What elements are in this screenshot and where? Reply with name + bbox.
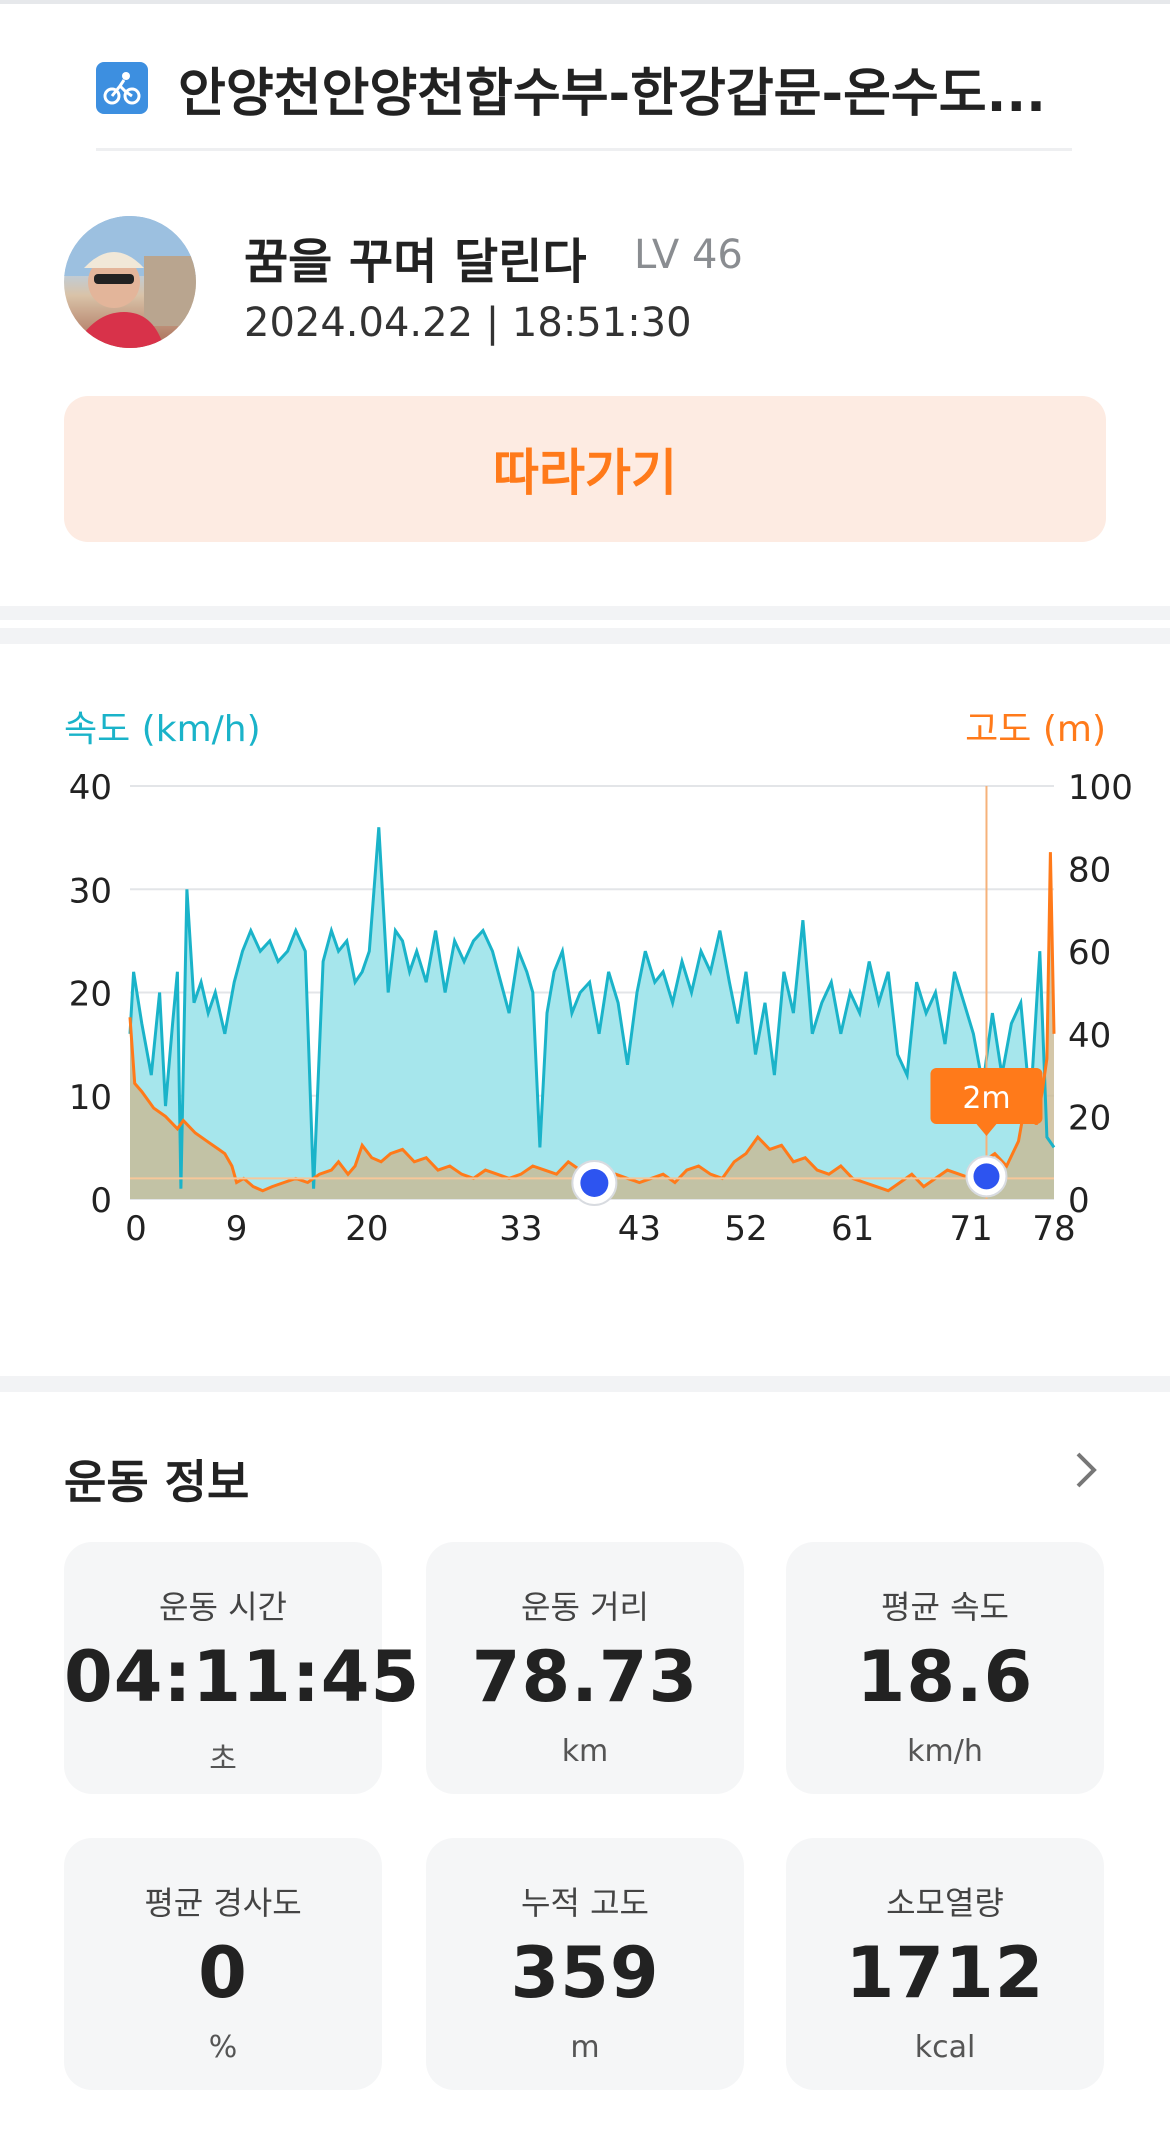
stat-unit: m	[570, 2030, 600, 2065]
stat-card: 운동 거리 78.73 km	[426, 1542, 744, 1794]
stat-value: 359	[510, 1932, 660, 2014]
stat-unit: %	[208, 2030, 238, 2065]
stat-value: 1712	[845, 1932, 1045, 2014]
stat-label: 소모열량	[886, 1884, 1004, 1922]
top-border	[0, 0, 1170, 4]
stat-value: 04:11:45	[64, 1636, 421, 1718]
route-title: 안양천안양천합수부-한강갑문-온수도...	[178, 63, 1046, 124]
y-left-tick-label: 40	[69, 768, 112, 808]
y-right-tick-label: 20	[1068, 1098, 1111, 1138]
x-tick-label: 61	[831, 1209, 874, 1249]
divider	[96, 148, 1072, 151]
section-separator-2	[0, 1376, 1170, 1392]
x-tick-label: 43	[618, 1209, 661, 1249]
follow-button[interactable]: 따라가기	[64, 396, 1106, 542]
stat-card: 운동 시간 04:11:45 초	[64, 1542, 421, 1794]
x-tick-label: 71	[949, 1209, 992, 1249]
x-tick-label: 52	[724, 1209, 767, 1249]
stat-unit: kcal	[914, 2030, 976, 2065]
selection-point	[973, 1163, 1000, 1190]
y-left-tick-label: 10	[69, 1078, 112, 1118]
speed-area	[130, 827, 1054, 1199]
separator-line	[0, 620, 1170, 628]
stat-card: 누적 고도 359 m	[426, 1838, 744, 2090]
y-left-tick-label: 0	[90, 1181, 112, 1221]
stat-unit: 초	[209, 1742, 237, 1777]
stat-label: 누적 고도	[521, 1884, 649, 1922]
stat-card: 평균 속도 18.6 km/h	[786, 1542, 1104, 1794]
route-title-row: 안양천안양천합수부-한강갑문-온수도...	[96, 48, 1076, 128]
stat-value: 18.6	[856, 1636, 1034, 1718]
stat-label: 평균 속도	[881, 1588, 1009, 1626]
speed-axis-title: 속도 (km/h)	[64, 709, 261, 750]
stat-card: 소모열량 1712 kcal	[786, 1838, 1104, 2090]
y-left-tick-label: 30	[69, 871, 112, 911]
y-right-tick-label: 100	[1068, 768, 1133, 808]
stat-unit: km/h	[907, 1734, 983, 1769]
x-tick-label: 33	[499, 1209, 542, 1249]
user-name[interactable]: 꿈을 꾸며 달린다	[244, 222, 587, 292]
y-right-tick-label: 40	[1068, 1016, 1111, 1056]
stat-card: 평균 경사도 0%	[64, 1838, 382, 2090]
y-left-tick-label: 20	[69, 975, 112, 1015]
stat-label: 운동 시간	[159, 1588, 287, 1626]
follow-button-label: 따라가기	[493, 444, 677, 502]
stat-value: 78.73	[471, 1636, 699, 1718]
stat-unit: km	[561, 1734, 609, 1769]
x-tick-label: 20	[345, 1209, 388, 1249]
stat-label: 운동 거리	[521, 1588, 649, 1626]
speed-elevation-chart[interactable]: 4030201001008060402000 9 20 33 43 52 61 71 782m	[0, 750, 1170, 1350]
user-level: LV 46	[634, 232, 743, 278]
tooltip-label: 2m	[962, 1081, 1010, 1116]
position-marker	[580, 1169, 609, 1197]
y-right-tick-label: 80	[1068, 851, 1111, 891]
x-tick-label: 78	[1032, 1209, 1075, 1249]
avatar[interactable]	[64, 216, 196, 348]
stat-label: 평균 경사도	[144, 1884, 302, 1922]
x-tick-label: 9	[226, 1209, 248, 1249]
x-tick-label: 0	[125, 1209, 147, 1249]
elevation-axis-title: 고도 (m)	[965, 709, 1106, 750]
workout-datetime: 2024.04.22 | 18:51:30	[244, 300, 692, 346]
cycling-route-icon	[96, 62, 148, 114]
workout-info-title: 운동 정보	[64, 1455, 250, 1509]
y-right-tick-label: 60	[1068, 933, 1111, 973]
stat-value: 0	[198, 1932, 248, 2014]
chevron-right-icon[interactable]	[1066, 1448, 1106, 1492]
